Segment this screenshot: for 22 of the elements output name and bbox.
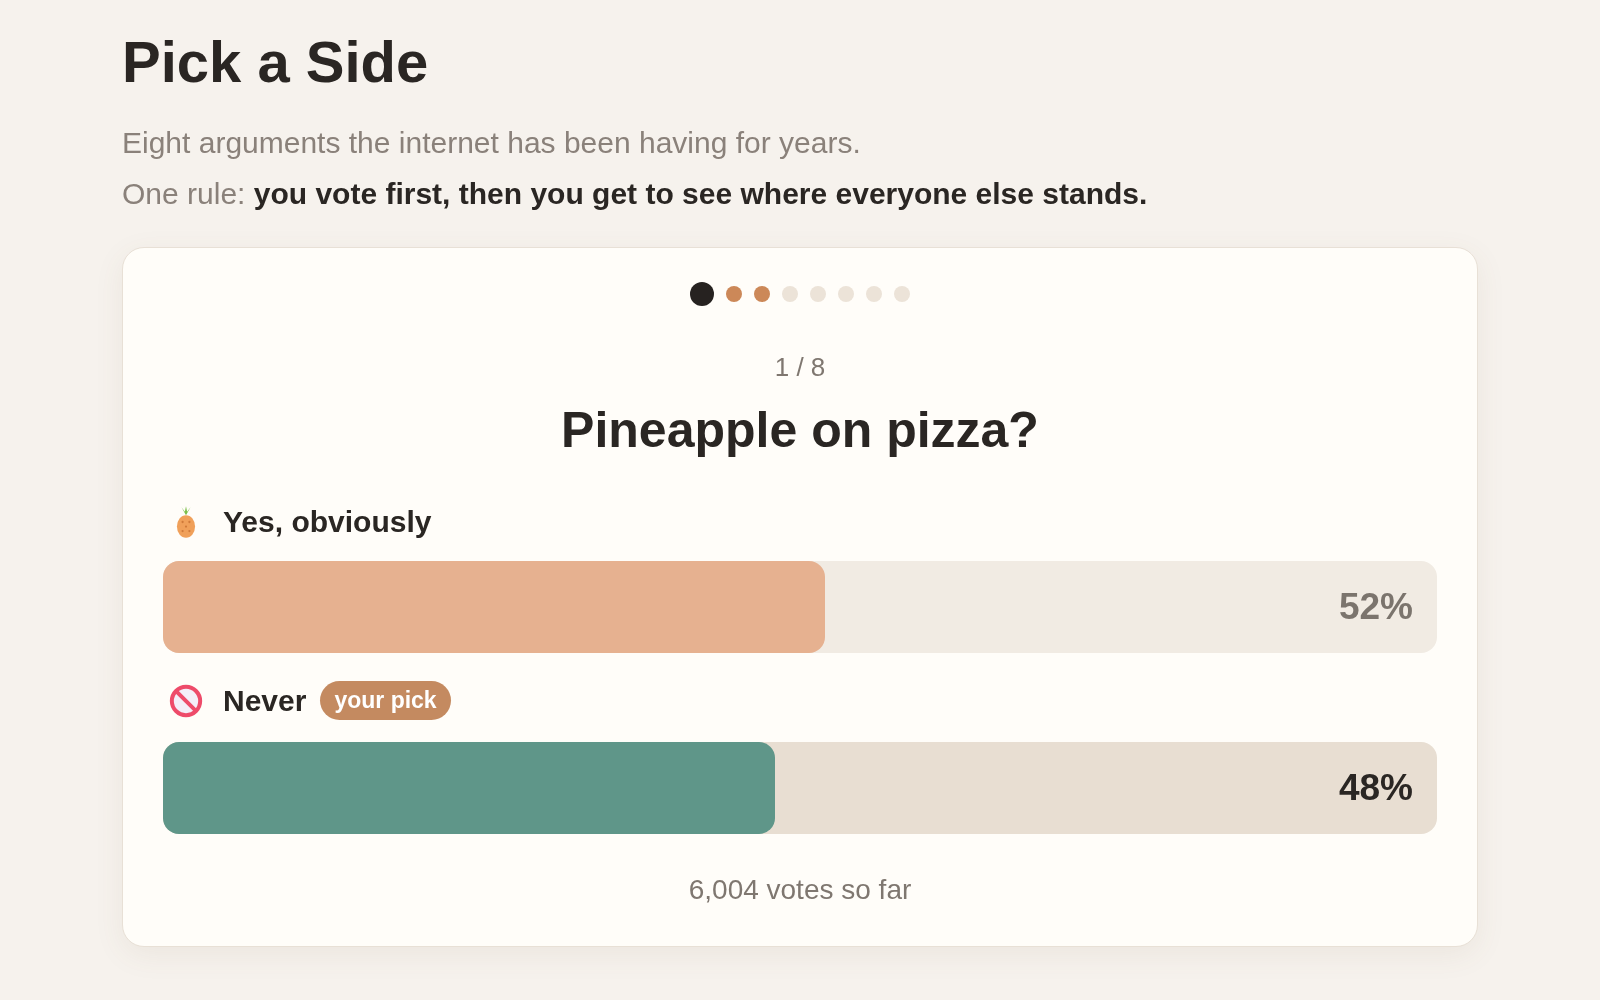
result-bar[interactable]: 48% — [163, 742, 1437, 834]
progress-dot[interactable] — [754, 286, 770, 302]
intro-text: Eight arguments the internet has been having for years. — [122, 125, 862, 161]
progress-dot[interactable] — [690, 282, 714, 306]
prohibited-icon — [169, 683, 203, 718]
vote-count: 6,004 votes so far — [687, 874, 913, 906]
progress-dot[interactable] — [894, 286, 910, 302]
progress-dot[interactable] — [866, 286, 882, 302]
page-title: Pick a Side — [122, 28, 430, 95]
percent-label: 48% — [1338, 767, 1413, 809]
percent-label: 52% — [1338, 586, 1413, 628]
progress-dot[interactable] — [782, 286, 798, 302]
option-label: Yes, obviously — [223, 505, 432, 539]
question-counter: 1 / 8 — [773, 352, 827, 383]
progress-dot[interactable] — [838, 286, 854, 302]
progress-dot[interactable] — [726, 286, 742, 302]
progress-dot[interactable] — [810, 286, 826, 302]
option-label: Never — [223, 683, 307, 718]
your-pick-badge: your pick — [320, 681, 451, 720]
question-text: Pineapple on pizza? — [560, 401, 1040, 459]
intro-text: One rule: you vote first, then you get to see where everyone else stands. — [122, 176, 1149, 212]
result-bar[interactable]: 52% — [163, 561, 1437, 653]
